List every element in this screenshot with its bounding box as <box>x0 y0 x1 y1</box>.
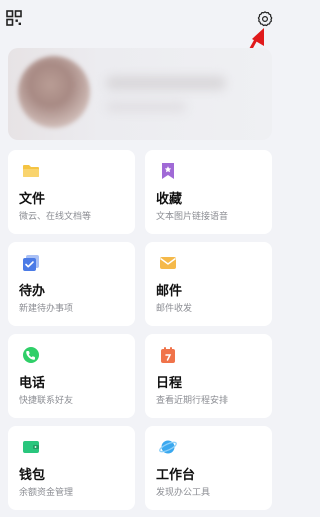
blurred-info <box>106 102 186 112</box>
card-wallet[interactable]: 钱包 余额资金管理 <box>8 426 135 510</box>
card-todo[interactable]: 待办 新建待办事项 <box>8 242 135 326</box>
folder-icon <box>22 162 40 180</box>
card-title: 钱包 <box>19 468 46 483</box>
avatar <box>18 56 90 128</box>
card-subtitle: 文本图片链接语音 <box>156 212 229 222</box>
card-schedule[interactable]: 日程 查看近期行程安排 <box>145 334 272 418</box>
card-mail[interactable]: 邮件 邮件收发 <box>145 242 272 326</box>
card-title: 邮件 <box>156 284 183 299</box>
calendar-icon <box>159 346 177 364</box>
mail-icon <box>159 254 177 272</box>
card-subtitle: 快捷联系好友 <box>19 396 74 406</box>
card-title: 日程 <box>156 376 183 391</box>
wallet-icon <box>22 438 40 456</box>
card-workbench[interactable]: 工作台 发现办公工具 <box>145 426 272 510</box>
qr-code-icon[interactable] <box>6 10 22 26</box>
blurred-name <box>106 76 226 90</box>
card-subtitle: 余额资金管理 <box>19 488 74 498</box>
card-title: 工作台 <box>156 468 196 483</box>
todo-icon <box>22 254 40 272</box>
planet-icon <box>159 438 177 456</box>
card-subtitle: 微云、在线文档等 <box>19 212 92 222</box>
card-phone[interactable]: 电话 快捷联系好友 <box>8 334 135 418</box>
card-subtitle: 发现办公工具 <box>156 488 211 498</box>
card-title: 文件 <box>19 192 46 207</box>
gear-icon[interactable] <box>256 10 274 28</box>
card-title: 待办 <box>19 284 46 299</box>
card-title: 电话 <box>19 376 46 391</box>
card-subtitle: 新建待办事项 <box>19 304 74 314</box>
card-subtitle: 邮件收发 <box>156 304 193 314</box>
top-bar <box>0 0 284 40</box>
card-files[interactable]: 文件 微云、在线文档等 <box>8 150 135 234</box>
profile-card[interactable] <box>8 48 272 140</box>
phone-icon <box>22 346 40 364</box>
card-subtitle: 查看近期行程安排 <box>156 396 229 406</box>
card-favorites[interactable]: 收藏 文本图片链接语音 <box>145 150 272 234</box>
bookmark-icon <box>159 162 177 180</box>
card-title: 收藏 <box>156 192 183 207</box>
